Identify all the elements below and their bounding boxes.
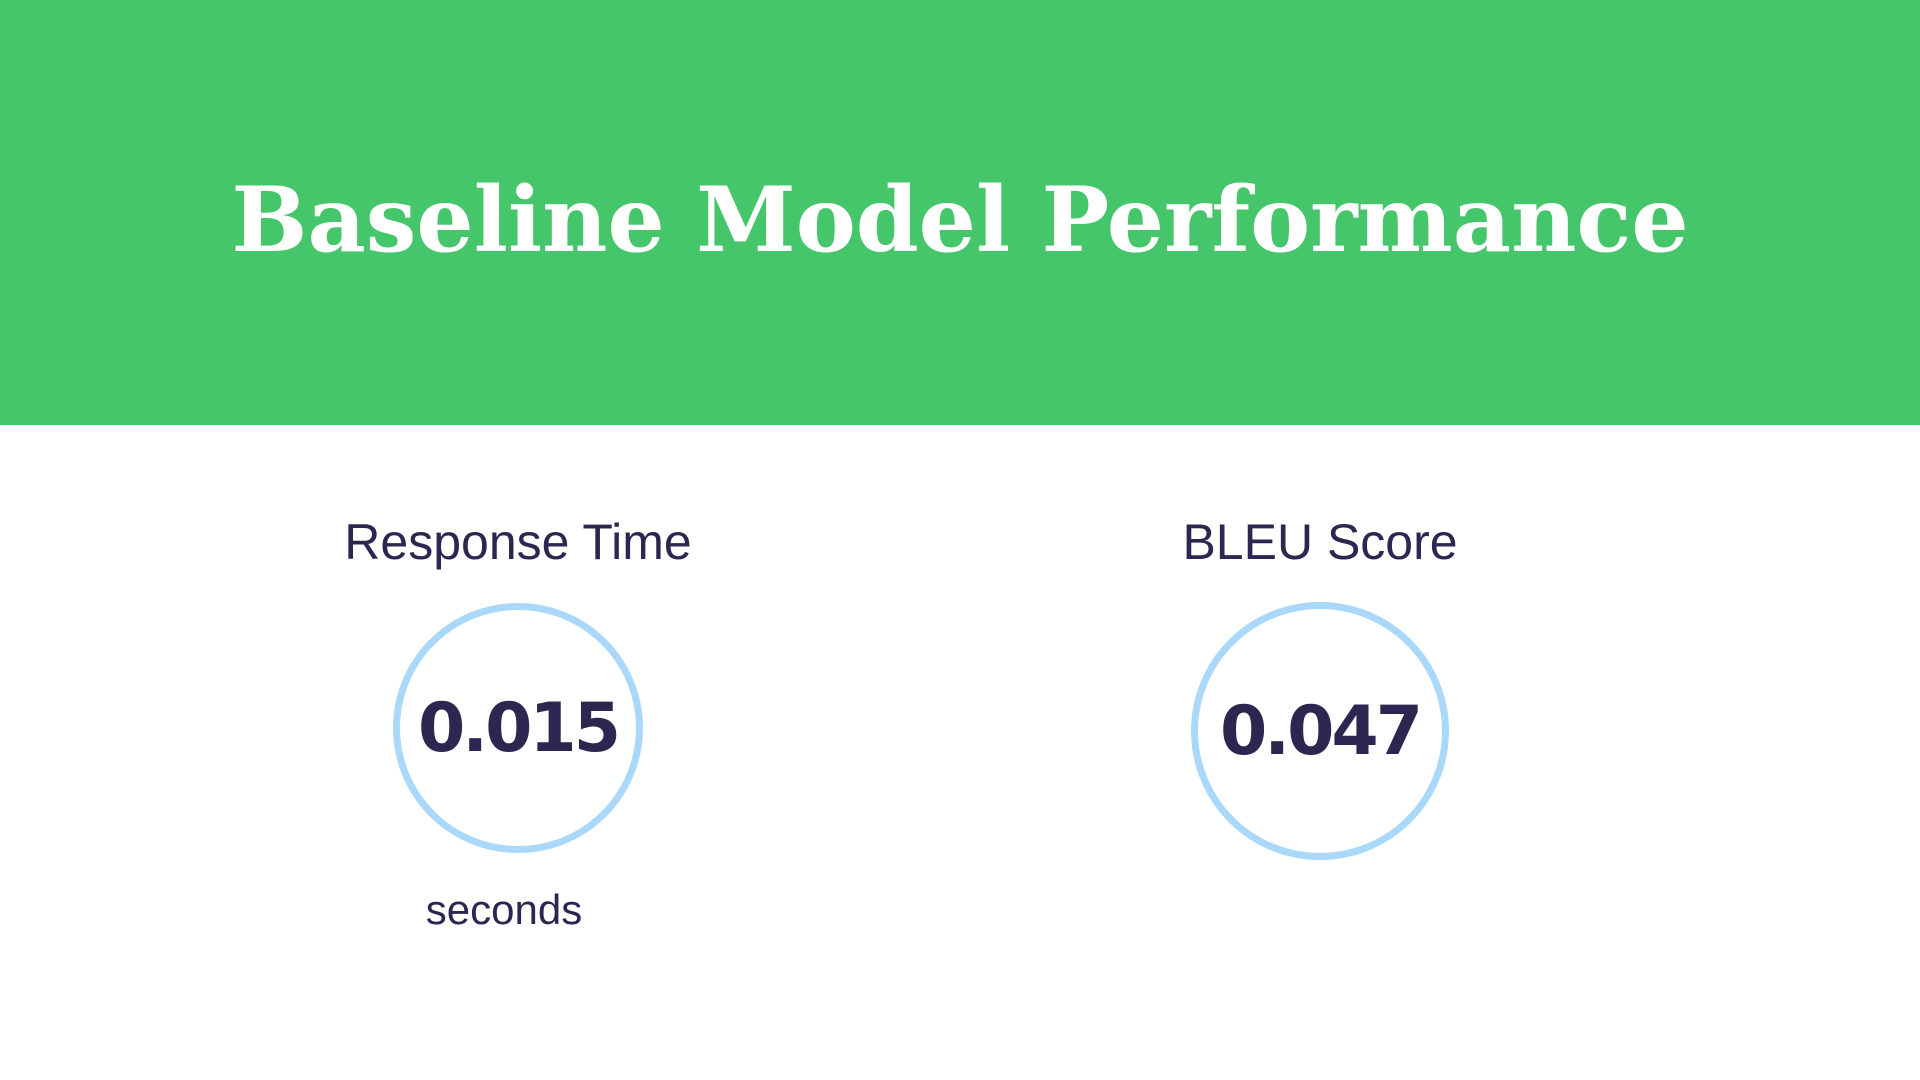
bleu-score-circle: 0.047	[1191, 602, 1449, 860]
response-time-label: Response Time	[344, 514, 692, 570]
response-time-value: 0.015	[417, 688, 621, 768]
response-time-circle: 0.015	[393, 603, 643, 853]
bleu-score-label: BLEU Score	[1182, 514, 1458, 570]
response-time-unit: seconds	[425, 886, 583, 933]
page-title: Baseline Model Performance	[231, 167, 1689, 273]
bleu-score-value: 0.047	[1219, 691, 1423, 771]
slide: Baseline Model Performance Response Time…	[0, 0, 1920, 1080]
